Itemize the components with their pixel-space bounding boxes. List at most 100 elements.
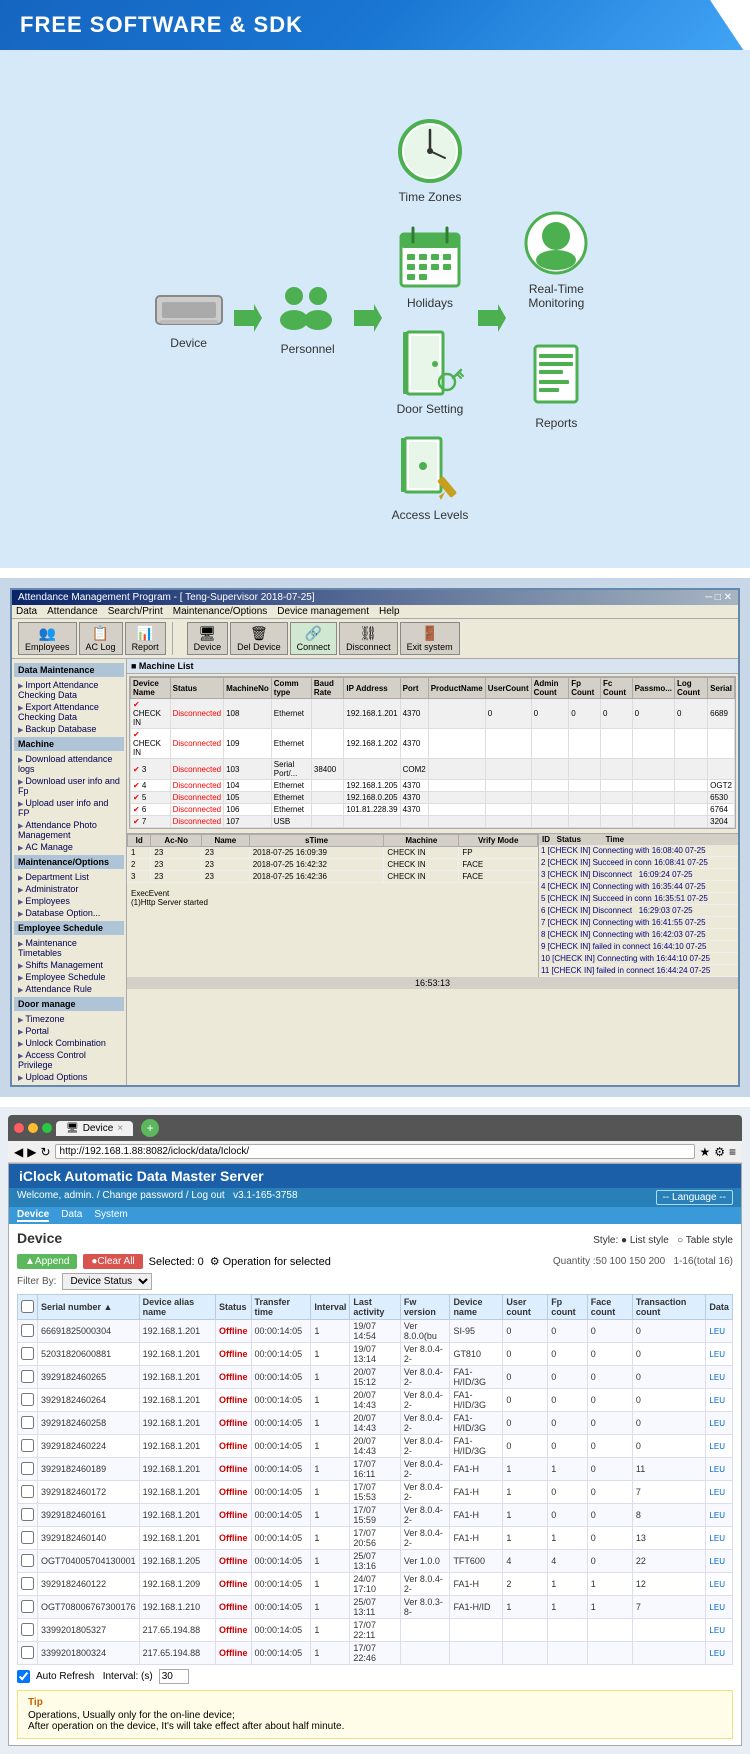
device-row[interactable]: 3929182460161 192.168.1.201 Offline 00:0… bbox=[18, 1504, 733, 1527]
device-row[interactable]: 3929182460122 192.168.1.209 Offline 00:0… bbox=[18, 1573, 733, 1596]
sidebar-download-logs[interactable]: Download attendance logs bbox=[14, 753, 124, 775]
col-face[interactable]: Face count bbox=[587, 1295, 632, 1320]
btn-employees[interactable]: 👥 Employees bbox=[18, 622, 77, 655]
settings-btn[interactable]: ⚙ bbox=[714, 1145, 725, 1159]
bookmark-btn[interactable]: ★ bbox=[699, 1145, 710, 1159]
device-row[interactable]: 66691825000304 192.168.1.201 Offline 00:… bbox=[18, 1320, 733, 1343]
col-last[interactable]: Last activity bbox=[350, 1295, 400, 1320]
sidebar-db-option[interactable]: Database Option... bbox=[14, 907, 124, 919]
device-row[interactable]: 3929182460224 192.168.1.201 Offline 00:0… bbox=[18, 1435, 733, 1458]
sidebar-access-control[interactable]: Access Control Privilege bbox=[14, 1049, 124, 1071]
btn-del-device[interactable]: 🗑 Del Device bbox=[230, 622, 288, 655]
language-selector[interactable]: -- Language -- bbox=[656, 1190, 733, 1205]
row-cb[interactable] bbox=[21, 1393, 34, 1406]
log-row-2[interactable]: 223232018-07-25 16:42:32CHECK INFACE bbox=[128, 859, 538, 871]
nav-data[interactable]: Data bbox=[61, 1209, 82, 1222]
device-row[interactable]: 3929182460264 192.168.1.201 Offline 00:0… bbox=[18, 1389, 733, 1412]
btn-report[interactable]: 📊 Report bbox=[125, 622, 166, 655]
device-row[interactable]: 3399201805327 217.65.194.88 Offline 00:0… bbox=[18, 1619, 733, 1642]
row-cb[interactable] bbox=[21, 1485, 34, 1498]
col-fp[interactable]: Fp count bbox=[548, 1295, 588, 1320]
btn-disconnect[interactable]: ⛓ Disconnect bbox=[339, 622, 398, 655]
col-interval[interactable]: Interval bbox=[311, 1295, 350, 1320]
sidebar-export[interactable]: Export Attendance Checking Data bbox=[14, 701, 124, 723]
machine-row-5[interactable]: ✔ 5 Disconnected 105Ethernet192.168.0.20… bbox=[131, 792, 735, 804]
select-all-cb[interactable] bbox=[21, 1300, 34, 1313]
row-cb[interactable] bbox=[21, 1324, 34, 1337]
browser-tab[interactable]: 🖥 Device × bbox=[56, 1121, 133, 1136]
row-cb[interactable] bbox=[21, 1577, 34, 1590]
url-bar[interactable] bbox=[55, 1144, 696, 1159]
device-row[interactable]: 52031820600881 192.168.1.201 Offline 00:… bbox=[18, 1343, 733, 1366]
sidebar-ac-manage[interactable]: AC Manage bbox=[14, 841, 124, 853]
device-row[interactable]: 3929182460258 192.168.1.201 Offline 00:0… bbox=[18, 1412, 733, 1435]
machine-row-6[interactable]: ✔ 6 Disconnected 106Ethernet101.81.228.3… bbox=[131, 804, 735, 816]
forward-btn[interactable]: ▶ bbox=[27, 1145, 36, 1159]
col-status[interactable]: Status bbox=[216, 1295, 252, 1320]
row-cb[interactable] bbox=[21, 1646, 34, 1659]
device-row[interactable]: OGT704005704130001 192.168.1.205 Offline… bbox=[18, 1550, 733, 1573]
menu-data[interactable]: Data bbox=[16, 606, 37, 617]
auto-refresh-cb[interactable] bbox=[17, 1670, 30, 1683]
browser-min-btn[interactable] bbox=[28, 1123, 38, 1133]
col-serial[interactable]: Serial number ▲ bbox=[38, 1295, 140, 1320]
sidebar-upload-user[interactable]: Upload user info and FP bbox=[14, 797, 124, 819]
row-cb[interactable] bbox=[21, 1347, 34, 1360]
nav-device[interactable]: Device bbox=[17, 1209, 49, 1222]
menu-search[interactable]: Search/Print bbox=[108, 606, 163, 617]
reload-btn[interactable]: ↻ bbox=[40, 1145, 50, 1159]
device-row[interactable]: 3929182460140 192.168.1.201 Offline 00:0… bbox=[18, 1527, 733, 1550]
device-row[interactable]: 3929182460265 192.168.1.201 Offline 00:0… bbox=[18, 1366, 733, 1389]
col-device-name[interactable]: Device name bbox=[450, 1295, 503, 1320]
row-cb[interactable] bbox=[21, 1370, 34, 1383]
col-alias[interactable]: Device alias name bbox=[139, 1295, 215, 1320]
menu-maintenance[interactable]: Maintenance/Options bbox=[173, 606, 268, 617]
nav-system[interactable]: System bbox=[94, 1209, 127, 1222]
row-cb[interactable] bbox=[21, 1600, 34, 1613]
btn-device[interactable]: 🖥 Device bbox=[187, 622, 229, 655]
machine-row-3[interactable]: ✔ 3 Disconnected 103Serial Port/...38400… bbox=[131, 759, 735, 780]
clear-btn[interactable]: ●Clear All bbox=[83, 1254, 142, 1269]
device-row[interactable]: OGT708006767300176 192.168.1.210 Offline… bbox=[18, 1596, 733, 1619]
menu-device[interactable]: Device management bbox=[277, 606, 369, 617]
filter-select[interactable]: Device Status bbox=[62, 1273, 152, 1290]
row-cb[interactable] bbox=[21, 1416, 34, 1429]
btn-exit[interactable]: 🚪 Exit system bbox=[400, 622, 460, 655]
row-cb[interactable] bbox=[21, 1531, 34, 1544]
sidebar-rule[interactable]: Attendance Rule bbox=[14, 983, 124, 995]
col-trans[interactable]: Transaction count bbox=[632, 1295, 706, 1320]
sidebar-backup[interactable]: Backup Database bbox=[14, 723, 124, 735]
row-cb[interactable] bbox=[21, 1508, 34, 1521]
menu-help[interactable]: Help bbox=[379, 606, 400, 617]
row-cb[interactable] bbox=[21, 1554, 34, 1567]
sidebar-admin[interactable]: Administrator bbox=[14, 883, 124, 895]
sidebar-employees[interactable]: Employees bbox=[14, 895, 124, 907]
col-fw[interactable]: Fw version bbox=[400, 1295, 450, 1320]
new-tab-btn[interactable]: + bbox=[141, 1119, 159, 1137]
col-data[interactable]: Data bbox=[706, 1295, 733, 1320]
row-cb[interactable] bbox=[21, 1462, 34, 1475]
row-cb[interactable] bbox=[21, 1439, 34, 1452]
browser-max-btn[interactable] bbox=[42, 1123, 52, 1133]
machine-row-2[interactable]: ✔ CHECK IN Disconnected 109Ethernet192.1… bbox=[131, 729, 735, 759]
refresh-interval-input[interactable] bbox=[159, 1669, 189, 1684]
back-btn[interactable]: ◀ bbox=[14, 1145, 23, 1159]
btn-ac-log[interactable]: 📋 AC Log bbox=[79, 622, 123, 655]
sidebar-import[interactable]: Import Attendance Checking Data bbox=[14, 679, 124, 701]
col-transfer[interactable]: Transfer time bbox=[251, 1295, 311, 1320]
machine-row-4[interactable]: ✔ 4 Disconnected 104Ethernet192.168.1.20… bbox=[131, 780, 735, 792]
log-row-1[interactable]: 123232018-07-25 16:09:39CHECK INFP bbox=[128, 847, 538, 859]
machine-row-7[interactable]: ✔ 7 Disconnected 107USB 3204 bbox=[131, 816, 735, 828]
sidebar-timetables[interactable]: Maintenance Timetables bbox=[14, 937, 124, 959]
sidebar-schedule[interactable]: Employee Schedule bbox=[14, 971, 124, 983]
browser-close-btn[interactable] bbox=[14, 1123, 24, 1133]
device-row[interactable]: 3929182460172 192.168.1.201 Offline 00:0… bbox=[18, 1481, 733, 1504]
col-users[interactable]: User count bbox=[503, 1295, 548, 1320]
tab-close[interactable]: × bbox=[117, 1123, 123, 1134]
sidebar-download-user[interactable]: Download user info and Fp bbox=[14, 775, 124, 797]
sidebar-upload-options[interactable]: Upload Options bbox=[14, 1071, 124, 1083]
row-cb[interactable] bbox=[21, 1623, 34, 1636]
sidebar-photo[interactable]: Attendance Photo Management bbox=[14, 819, 124, 841]
menu-attendance[interactable]: Attendance bbox=[47, 606, 98, 617]
sidebar-portal[interactable]: Portal bbox=[14, 1025, 124, 1037]
